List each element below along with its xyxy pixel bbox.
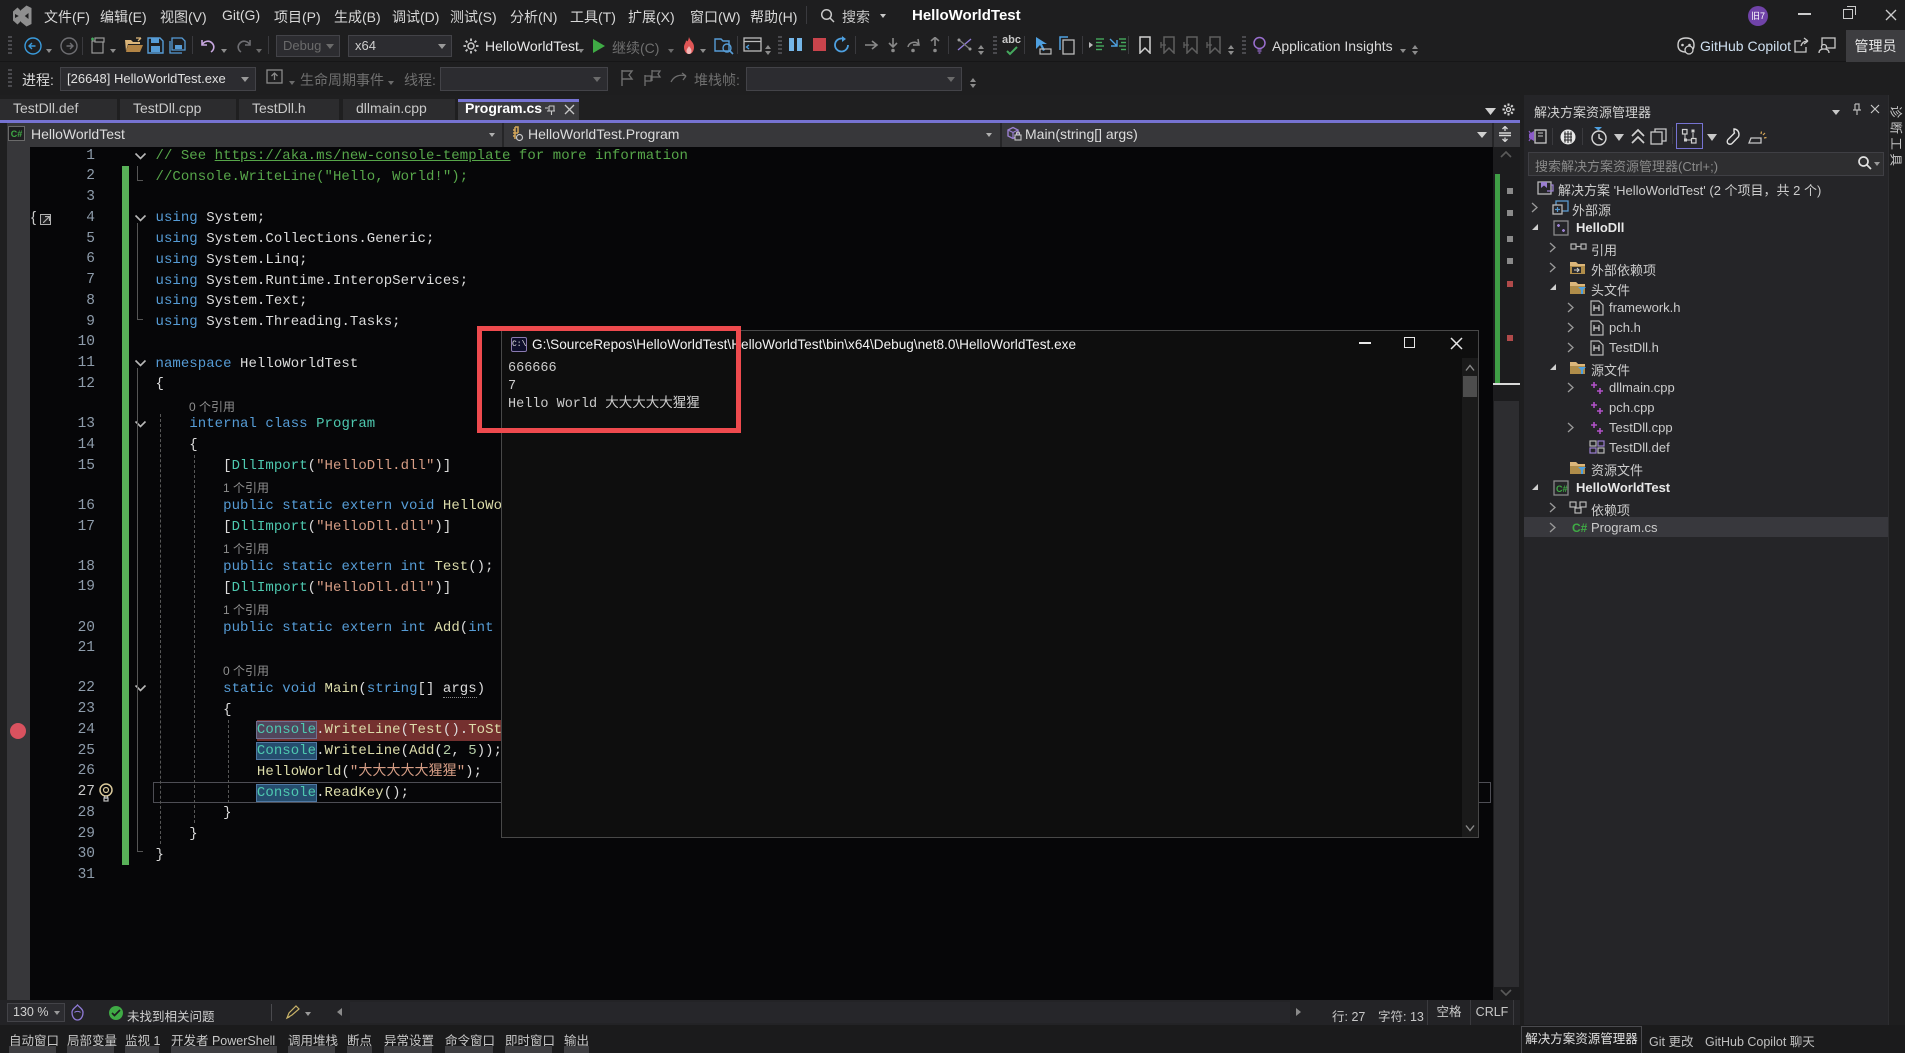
svg-text:C#: C#: [1556, 484, 1568, 494]
svg-text:C#: C#: [1572, 521, 1587, 535]
